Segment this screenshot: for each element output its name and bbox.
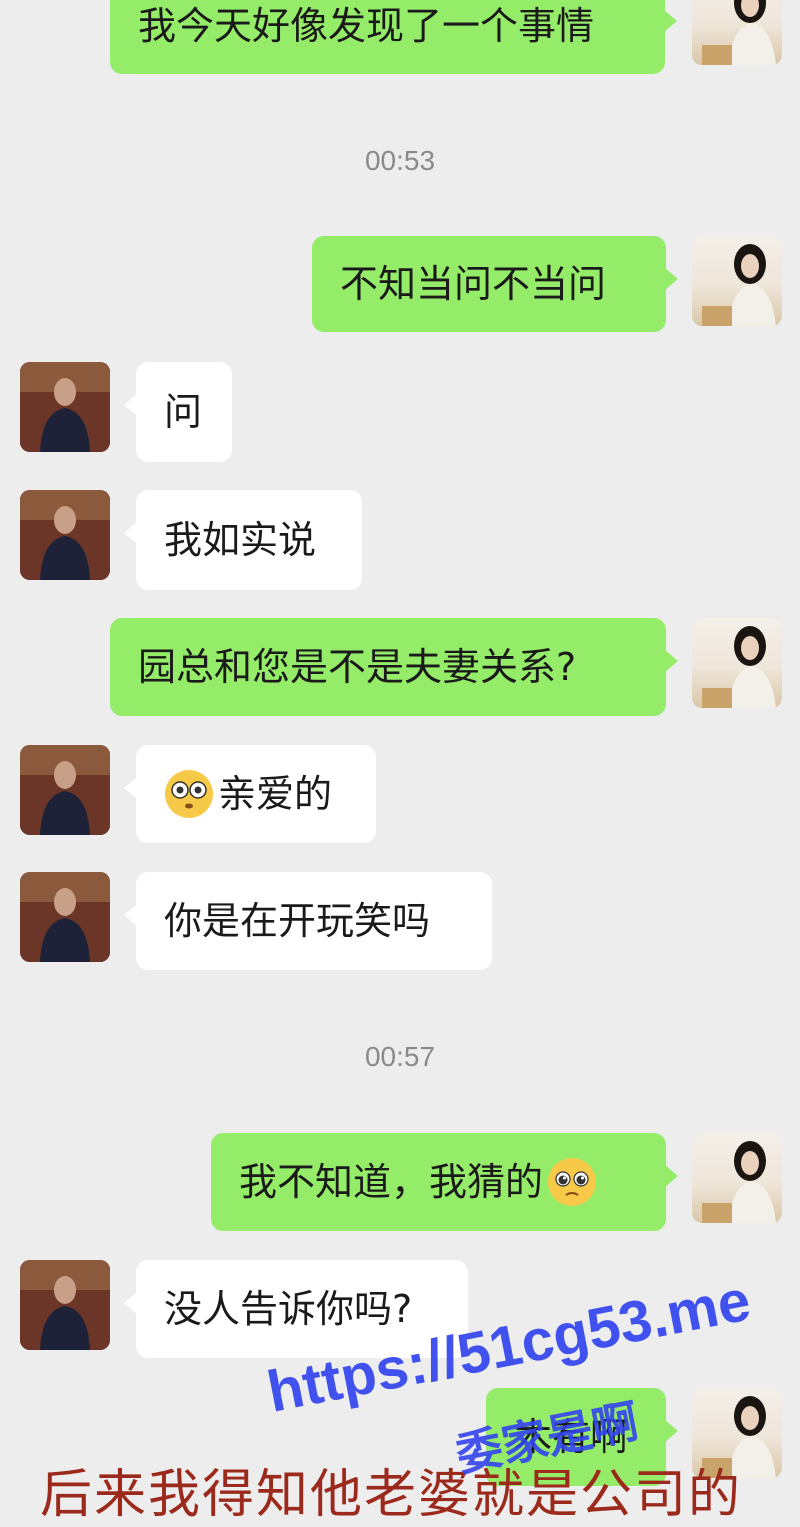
message-text: 亲爱的 bbox=[218, 772, 333, 816]
woman-avatar-icon bbox=[702, 244, 776, 326]
message-bubble-sent[interactable]: 我今天好像发现了一个事情 bbox=[110, 0, 677, 74]
video-caption: 后来我得知他老婆就是公司的 bbox=[40, 1465, 743, 1525]
man-avatar-icon bbox=[20, 490, 110, 580]
message-bubble-received[interactable]: 我如实说 bbox=[124, 490, 362, 590]
message-bubble-received[interactable]: 问 bbox=[124, 362, 232, 462]
my-avatar[interactable] bbox=[692, 618, 782, 708]
woman-avatar-icon bbox=[702, 0, 776, 65]
timestamp: 00:57 bbox=[364, 1041, 436, 1072]
pleading-face-icon bbox=[548, 1158, 597, 1206]
message-text: 没人告诉你吗? bbox=[164, 1287, 413, 1331]
message-text: 我如实说 bbox=[164, 518, 317, 562]
man-avatar-icon bbox=[20, 872, 110, 962]
message-text: 园总和您是不是夫妻关系? bbox=[138, 645, 577, 689]
flushed-face-icon bbox=[165, 770, 213, 818]
message-bubble-sent[interactable]: 我不知道，我猜的 bbox=[211, 1133, 678, 1231]
man-avatar-icon bbox=[20, 1260, 110, 1350]
timestamp: 00:53 bbox=[364, 145, 436, 176]
message-text: 不知当问不当问 bbox=[340, 262, 607, 306]
message-text: 你是在开玩笑吗 bbox=[164, 899, 431, 943]
my-avatar[interactable] bbox=[692, 236, 782, 326]
message-text: 我不知道，我猜的 bbox=[239, 1160, 544, 1204]
contact-avatar[interactable] bbox=[20, 745, 110, 835]
contact-avatar[interactable] bbox=[20, 362, 110, 452]
my-avatar[interactable] bbox=[692, 1133, 782, 1223]
man-avatar-icon bbox=[20, 745, 110, 835]
message-text: 我今天好像发现了一个事情 bbox=[138, 4, 595, 48]
contact-avatar[interactable] bbox=[20, 1260, 110, 1350]
woman-avatar-icon bbox=[702, 626, 776, 708]
woman-avatar-icon bbox=[702, 1141, 776, 1223]
contact-avatar[interactable] bbox=[20, 872, 110, 962]
message-bubble-sent[interactable]: 不知当问不当问 bbox=[312, 236, 678, 332]
message-bubble-received[interactable]: 亲爱的 bbox=[124, 745, 376, 843]
contact-avatar[interactable] bbox=[20, 490, 110, 580]
message-bubble-sent[interactable]: 园总和您是不是夫妻关系? bbox=[110, 618, 678, 716]
message-text: 问 bbox=[164, 390, 203, 434]
message-bubble-received[interactable]: 你是在开玩笑吗 bbox=[124, 872, 492, 970]
my-avatar[interactable] bbox=[692, 0, 782, 65]
man-avatar-icon bbox=[20, 362, 110, 452]
